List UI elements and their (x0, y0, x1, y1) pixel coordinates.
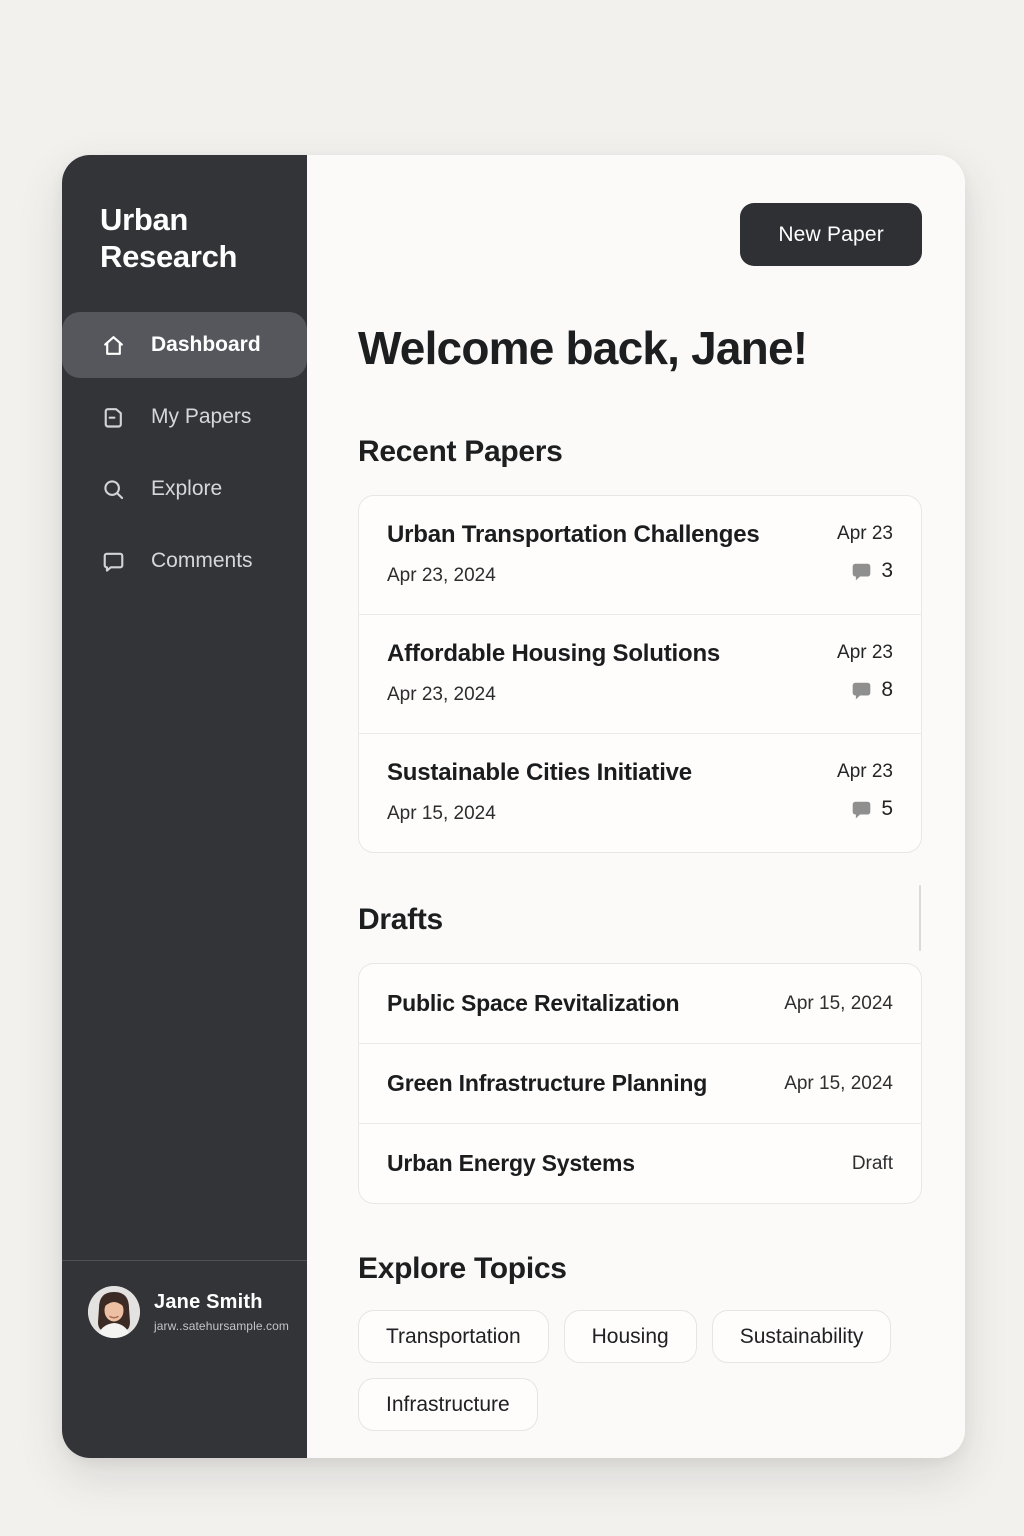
sidebar-item-explore[interactable]: Explore (62, 456, 307, 522)
paper-row[interactable]: Sustainable Cities Initiative Apr 15, 20… (359, 733, 921, 852)
paper-info: Sustainable Cities Initiative Apr 15, 20… (387, 759, 692, 825)
draft-status-badge: Draft (852, 1153, 893, 1175)
user-email: jarw..satehursample.com (154, 1319, 289, 1333)
comment-count-row: 5 (837, 797, 893, 821)
topic-chip-sustainability[interactable]: Sustainability (712, 1310, 892, 1363)
comment-count-row: 3 (837, 559, 893, 583)
sidebar-item-dashboard[interactable]: Dashboard (62, 312, 307, 378)
app-window: Urban Research Dashboard (62, 155, 965, 1458)
paper-date: Apr 15, 2024 (387, 803, 692, 825)
draft-meta: Apr 15, 2024 (784, 1073, 893, 1095)
sidebar-item-comments[interactable]: Comments (62, 528, 307, 594)
comment-icon (100, 548, 127, 575)
comment-bubble-icon (851, 561, 872, 582)
sidebar: Urban Research Dashboard (62, 155, 307, 1458)
header-row: New Paper (358, 203, 922, 266)
paper-meta-date: Apr 23 (837, 523, 893, 545)
paper-meta: Apr 23 5 (837, 759, 893, 825)
paper-date: Apr 23, 2024 (387, 684, 720, 706)
avatar (88, 1286, 140, 1338)
user-name: Jane Smith (154, 1291, 289, 1314)
draft-row[interactable]: Green Infrastructure Planning Apr 15, 20… (359, 1043, 921, 1123)
drafts-heading: Drafts (358, 903, 922, 937)
paper-meta-date: Apr 23 (837, 761, 893, 783)
draft-row[interactable]: Public Space Revitalization Apr 15, 2024 (359, 964, 921, 1043)
paper-meta: Apr 23 3 (837, 521, 893, 587)
topic-chip-transportation[interactable]: Transportation (358, 1310, 549, 1363)
user-meta: Jane Smith jarw..satehursample.com (154, 1291, 289, 1333)
paper-title: Urban Transportation Challenges (387, 521, 760, 549)
paper-row[interactable]: Urban Transportation Challenges Apr 23, … (359, 496, 921, 614)
comment-count: 3 (881, 559, 893, 583)
recent-papers-list: Urban Transportation Challenges Apr 23, … (358, 495, 922, 853)
paper-row[interactable]: Affordable Housing Solutions Apr 23, 202… (359, 614, 921, 733)
paper-date: Apr 23, 2024 (387, 565, 760, 587)
paper-title: Sustainable Cities Initiative (387, 759, 692, 787)
recent-papers-heading: Recent Papers (358, 435, 922, 469)
comment-bubble-icon (851, 799, 872, 820)
draft-meta: Apr 15, 2024 (784, 993, 893, 1015)
draft-title: Public Space Revitalization (387, 990, 679, 1017)
sidebar-footer: Jane Smith jarw..satehursample.com (62, 1260, 307, 1458)
topic-chip-housing[interactable]: Housing (564, 1310, 697, 1363)
user-profile[interactable]: Jane Smith jarw..satehursample.com (62, 1261, 307, 1458)
new-paper-button[interactable]: New Paper (740, 203, 922, 266)
topic-chip-infrastructure[interactable]: Infrastructure (358, 1378, 538, 1431)
explore-topics-heading: Explore Topics (358, 1252, 922, 1286)
paper-meta-date: Apr 23 (837, 642, 893, 664)
paper-info: Urban Transportation Challenges Apr 23, … (387, 521, 760, 587)
draft-title: Green Infrastructure Planning (387, 1070, 707, 1097)
sidebar-item-label: My Papers (151, 405, 251, 429)
comment-bubble-icon (851, 680, 872, 701)
sidebar-item-label: Comments (151, 549, 253, 573)
search-icon (100, 476, 127, 503)
topic-chips: Transportation Housing Sustainability In… (358, 1310, 922, 1431)
scrollbar-thumb[interactable] (919, 885, 921, 951)
drafts-list: Public Space Revitalization Apr 15, 2024… (358, 963, 922, 1204)
draft-row[interactable]: Urban Energy Systems Draft (359, 1123, 921, 1203)
paper-info: Affordable Housing Solutions Apr 23, 202… (387, 640, 720, 706)
welcome-heading: Welcome back, Jane! (358, 321, 922, 375)
brand-title: Urban Research (62, 155, 307, 275)
paper-title: Affordable Housing Solutions (387, 640, 720, 668)
paper-meta: Apr 23 8 (837, 640, 893, 706)
home-icon (100, 332, 127, 359)
comment-count-row: 8 (837, 678, 893, 702)
sidebar-nav: Dashboard My Papers Expl (62, 312, 307, 600)
paper-icon (100, 404, 127, 431)
draft-title: Urban Energy Systems (387, 1150, 635, 1177)
main-content: New Paper Welcome back, Jane! Recent Pap… (307, 155, 965, 1458)
sidebar-item-my-papers[interactable]: My Papers (62, 384, 307, 450)
comment-count: 8 (881, 678, 893, 702)
comment-count: 5 (881, 797, 893, 821)
sidebar-item-label: Dashboard (151, 333, 261, 357)
sidebar-item-label: Explore (151, 477, 222, 501)
